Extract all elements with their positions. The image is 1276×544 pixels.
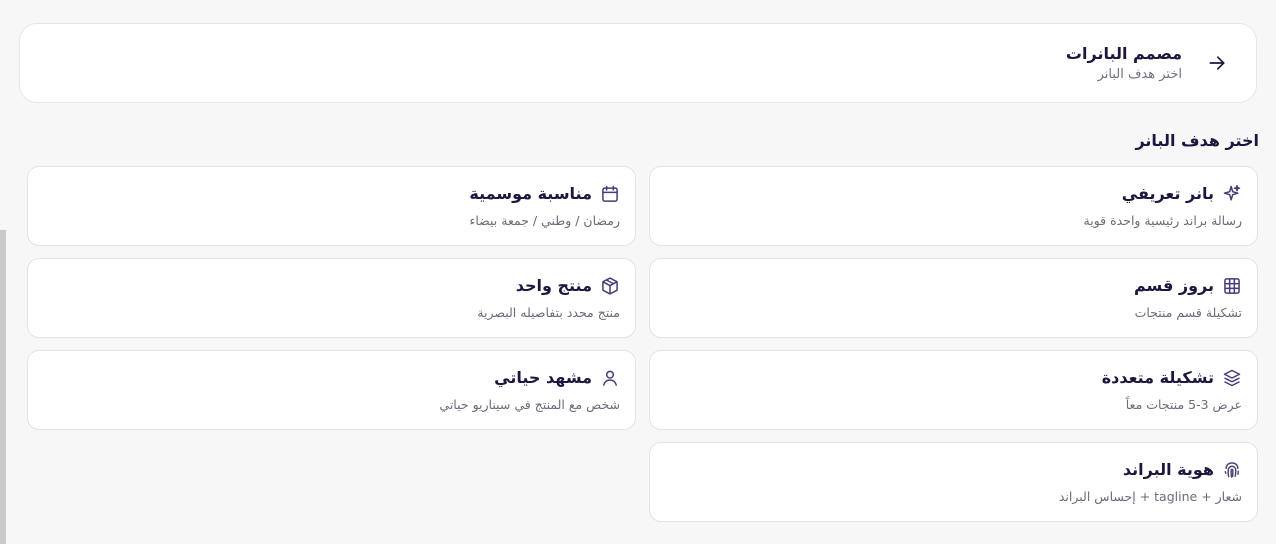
card-description: رسالة براند رئيسية واحدة قوية <box>1083 213 1242 228</box>
goal-card-lifestyle[interactable]: مشهد حياتي شخص مع المنتج في سيناريو حيات… <box>27 350 636 430</box>
goal-card-single-product[interactable]: منتج واحد منتج محدد بتفاصيله البصرية <box>27 258 636 338</box>
back-button[interactable] <box>1205 51 1229 75</box>
card-description: عرض 3-5 منتجات معاً <box>1125 397 1242 412</box>
card-title: منتج واحد <box>515 276 592 295</box>
calendar-icon <box>600 184 620 204</box>
card-description: شعار + tagline + إحساس البراند <box>1058 489 1242 504</box>
card-description: تشكيلة قسم منتجات <box>1134 305 1242 320</box>
goal-card-intro[interactable]: بانر تعريفي رسالة براند رئيسية واحدة قوي… <box>649 166 1258 246</box>
card-description: شخص مع المنتج في سيناريو حياتي <box>439 397 620 412</box>
goal-card-brand-identity[interactable]: هوية البراند شعار + tagline + إحساس البر… <box>649 442 1258 522</box>
section-title: اختر هدف البانر <box>1135 131 1259 150</box>
card-description: رمضان / وطني / جمعة بيضاء <box>469 213 621 228</box>
card-title: تشكيلة متعددة <box>1101 368 1214 387</box>
user-icon <box>600 368 620 388</box>
card-description: منتج محدد بتفاصيله البصرية <box>477 305 620 320</box>
goal-card-seasonal[interactable]: مناسبة موسمية رمضان / وطني / جمعة بيضاء <box>27 166 636 246</box>
goal-grid: بانر تعريفي رسالة براند رئيسية واحدة قوي… <box>27 166 1258 522</box>
fingerprint-icon <box>1222 460 1242 480</box>
layers-icon <box>1222 368 1242 388</box>
card-title: هوية البراند <box>1122 460 1214 479</box>
sparkles-icon <box>1222 184 1242 204</box>
page-subtitle: اختر هدف البانر <box>1097 67 1182 82</box>
goal-card-collection[interactable]: تشكيلة متعددة عرض 3-5 منتجات معاً <box>649 350 1258 430</box>
card-title: مشهد حياتي <box>494 368 592 387</box>
goal-card-category[interactable]: بروز قسم تشكيلة قسم منتجات <box>649 258 1258 338</box>
page-title: مصمم البانرات <box>1065 44 1182 63</box>
card-title: بانر تعريفي <box>1121 184 1214 203</box>
header-card: مصمم البانرات اختر هدف البانر <box>19 23 1257 103</box>
scrollbar[interactable] <box>0 230 6 544</box>
arrow-right-icon <box>1209 56 1225 70</box>
card-title: بروز قسم <box>1134 276 1214 295</box>
card-title: مناسبة موسمية <box>469 184 592 203</box>
package-icon <box>600 276 620 296</box>
grid-icon <box>1222 276 1242 296</box>
